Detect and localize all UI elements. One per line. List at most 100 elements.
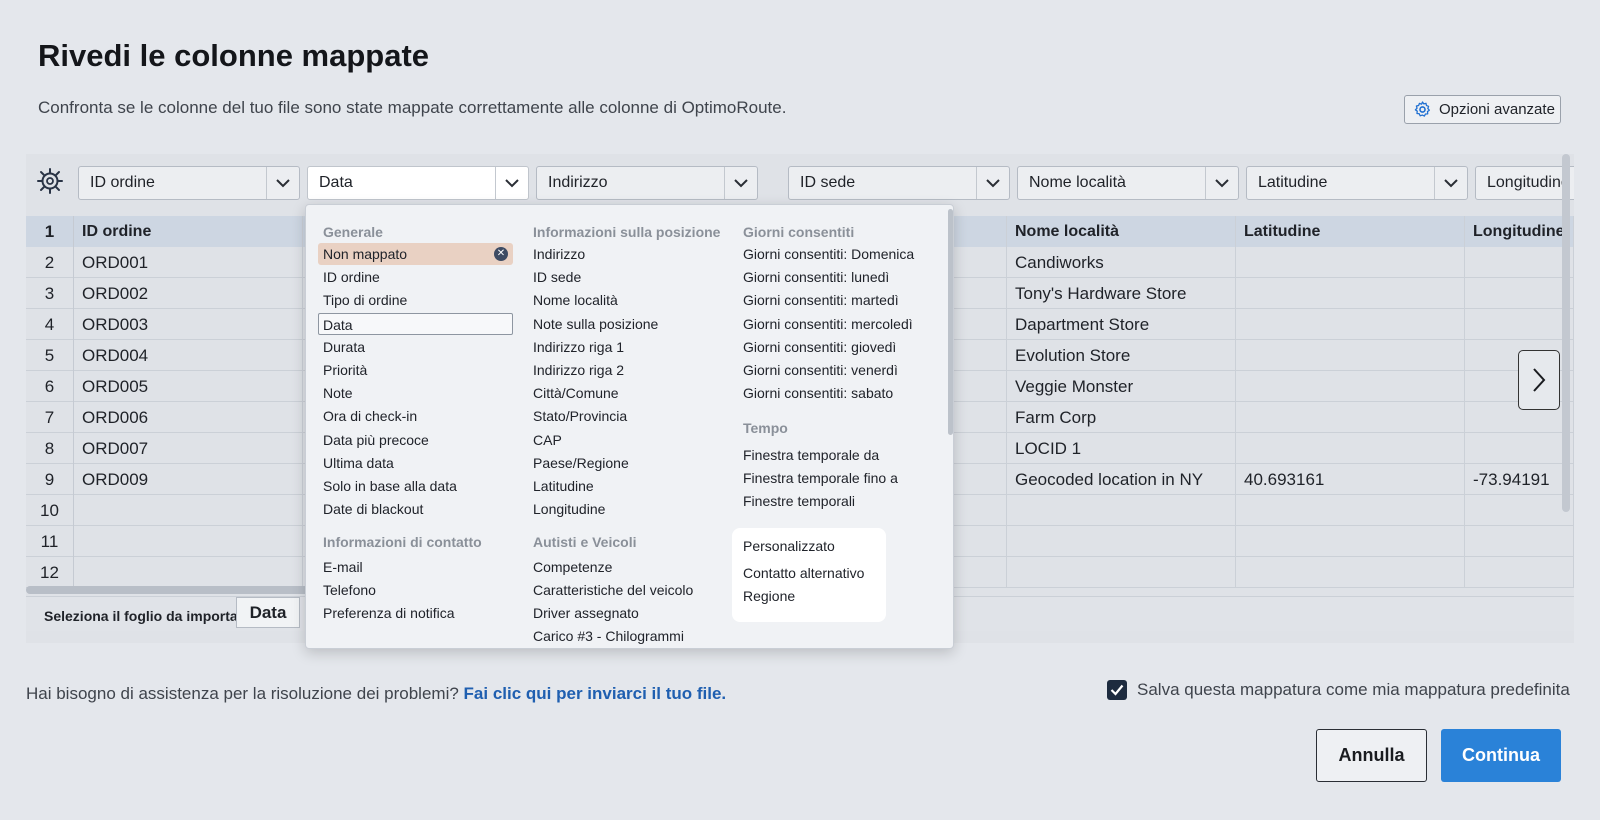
dropdown-option[interactable]: Giorni consentiti: giovedì	[743, 336, 896, 358]
dropdown-option[interactable]: Note sulla posizione	[533, 313, 658, 335]
table-cell: Geocoded location in NY	[1007, 464, 1236, 495]
dropdown-option-label: Priorità	[323, 362, 368, 378]
table-cell: ORD007	[74, 433, 303, 464]
sheet-selector-label: Seleziona il foglio da importare:	[44, 608, 256, 624]
dropdown-option[interactable]: Tipo di ordine	[323, 289, 407, 311]
dropdown-group-contatto: Informazioni di contatto	[323, 534, 482, 550]
table-cell	[1465, 557, 1574, 588]
row-number: 8	[26, 433, 74, 464]
dropdown-option-label: Giorni consentiti: Domenica	[743, 246, 915, 262]
dropdown-option[interactable]: Città/Comune	[533, 382, 619, 404]
table-cell: 40.693161	[1236, 464, 1465, 495]
custom-fields-heading: Personalizzato	[743, 538, 835, 554]
column-select-7[interactable]: Longitudine	[1475, 166, 1574, 200]
next-columns-button[interactable]	[1518, 350, 1560, 410]
table-cell	[1236, 278, 1465, 309]
dropdown-option[interactable]: Data	[318, 312, 513, 335]
table-cell	[1465, 495, 1574, 526]
continue-button[interactable]: Continua	[1441, 729, 1561, 782]
column-select-label: Longitudine	[1487, 174, 1570, 191]
table-cell: -73.94191	[1465, 464, 1574, 495]
dropdown-option[interactable]: Indirizzo riga 1	[533, 336, 624, 358]
cancel-button[interactable]: Annulla	[1316, 729, 1427, 782]
dropdown-option-label: Finestra temporale fino a	[743, 470, 898, 486]
table-cell	[1465, 309, 1574, 340]
dropdown-option[interactable]: Indirizzo riga 2	[533, 359, 624, 381]
dropdown-option-label: Giorni consentiti: mercoledì	[743, 315, 913, 332]
dropdown-option[interactable]: Competenze	[533, 556, 612, 578]
dropdown-option[interactable]: ID sede	[533, 266, 581, 288]
dropdown-option[interactable]: Finestre temporali	[743, 490, 855, 512]
vertical-scrollbar[interactable]	[1562, 154, 1570, 512]
column-select-6[interactable]: Latitudine	[1246, 166, 1468, 200]
dropdown-option-label: Indirizzo riga 1	[533, 338, 625, 355]
dropdown-option[interactable]: Ultima data	[323, 452, 394, 474]
dropdown-option-label: E-mail	[323, 559, 363, 575]
dropdown-option[interactable]: Paese/Regione	[533, 452, 629, 474]
save-default-mapping[interactable]: Salva questa mappatura come mia mappatur…	[1107, 680, 1570, 700]
dropdown-option[interactable]: Ora di check-in	[323, 405, 417, 427]
dropdown-option[interactable]: Nome località	[533, 289, 618, 311]
dropdown-option[interactable]: Non mappato ✕	[318, 243, 513, 265]
dropdown-option[interactable]: Data più precoce	[323, 429, 429, 451]
dropdown-option[interactable]: Giorni consentiti: lunedì	[743, 266, 889, 288]
advanced-options-button[interactable]: Opzioni avanzate	[1404, 95, 1561, 124]
bug-icon[interactable]	[36, 167, 64, 195]
table-cell: ID ordine	[74, 216, 303, 247]
table-cell	[1236, 371, 1465, 402]
row-number: 5	[26, 340, 74, 371]
dropdown-option[interactable]: Date di blackout	[323, 498, 423, 520]
column-select-3[interactable]: Indirizzo	[536, 166, 758, 200]
dropdown-option[interactable]: Driver assegnato	[533, 602, 639, 624]
dropdown-option[interactable]: E-mail	[323, 556, 363, 578]
chevron-down-icon	[1205, 167, 1238, 199]
dropdown-option[interactable]: CAP	[533, 429, 562, 451]
column-select-1[interactable]: ID ordine	[78, 166, 300, 200]
table-cell: Nome località	[1007, 216, 1236, 247]
dropdown-option-label: Giorni consentiti: martedì	[743, 292, 899, 309]
dropdown-option[interactable]: Durata	[323, 336, 365, 358]
dropdown-option[interactable]: Carico #3 - Chilogrammi	[533, 625, 684, 647]
dropdown-option[interactable]: Contatto alternativo	[743, 562, 864, 584]
dropdown-option[interactable]: Giorni consentiti: Domenica	[743, 243, 914, 265]
dropdown-option[interactable]: Stato/Provincia	[533, 405, 627, 427]
dropdown-option[interactable]: Finestra temporale fino a	[743, 467, 898, 489]
dropdown-scrollbar[interactable]	[948, 209, 953, 435]
dropdown-option[interactable]: Longitudine	[533, 498, 605, 520]
checkbox[interactable]	[1107, 680, 1127, 700]
dropdown-option[interactable]: Finestra temporale da	[743, 444, 879, 466]
dropdown-option[interactable]: Giorni consentiti: martedì	[743, 289, 899, 311]
column-select-5[interactable]: Nome località	[1017, 166, 1239, 200]
dropdown-option-label: ID sede	[533, 269, 582, 286]
dropdown-option-label: Finestra temporale da	[743, 447, 880, 463]
horizontal-scrollbar[interactable]	[26, 586, 316, 594]
dropdown-option[interactable]: Latitudine	[533, 475, 594, 497]
dropdown-option[interactable]: Telefono	[323, 579, 376, 601]
column-select-2[interactable]: Data	[307, 166, 529, 200]
row-number: 12	[26, 557, 74, 588]
send-file-link[interactable]: Fai clic qui per inviarci il tuo file.	[464, 684, 727, 703]
dropdown-option[interactable]: ID ordine	[323, 266, 380, 288]
page-title: Rivedi le colonne mappate	[38, 38, 430, 73]
dropdown-option[interactable]: Regione	[743, 585, 795, 607]
column-select-label: Nome località	[1029, 174, 1126, 191]
dropdown-option-label: Giorni consentiti: venerdì	[743, 362, 898, 378]
close-circle-icon[interactable]: ✕	[494, 247, 508, 261]
row-number: 1	[26, 216, 74, 247]
dropdown-option[interactable]: Giorni consentiti: venerdì	[743, 359, 898, 381]
dropdown-option[interactable]: Solo in base alla data	[323, 475, 457, 497]
dropdown-option[interactable]: Giorni consentiti: sabato	[743, 382, 893, 404]
table-cell	[1007, 495, 1236, 526]
dropdown-option[interactable]: Giorni consentiti: mercoledì	[743, 313, 913, 335]
sheet-tab-data[interactable]: Data	[236, 597, 300, 628]
chevron-down-icon	[976, 167, 1009, 199]
dropdown-option[interactable]: Caratteristiche del veicolo	[533, 579, 693, 601]
check-icon	[1110, 684, 1124, 696]
help-question: Hai bisogno di assistenza per la risoluz…	[26, 684, 459, 703]
dropdown-option[interactable]: Indirizzo	[533, 243, 585, 265]
dropdown-option[interactable]: Preferenza di notifica	[323, 602, 455, 624]
dropdown-option[interactable]: Note	[323, 382, 353, 404]
dropdown-option[interactable]: Priorità	[323, 359, 367, 381]
table-cell	[74, 526, 303, 557]
column-select-4[interactable]: ID sede	[788, 166, 1010, 200]
